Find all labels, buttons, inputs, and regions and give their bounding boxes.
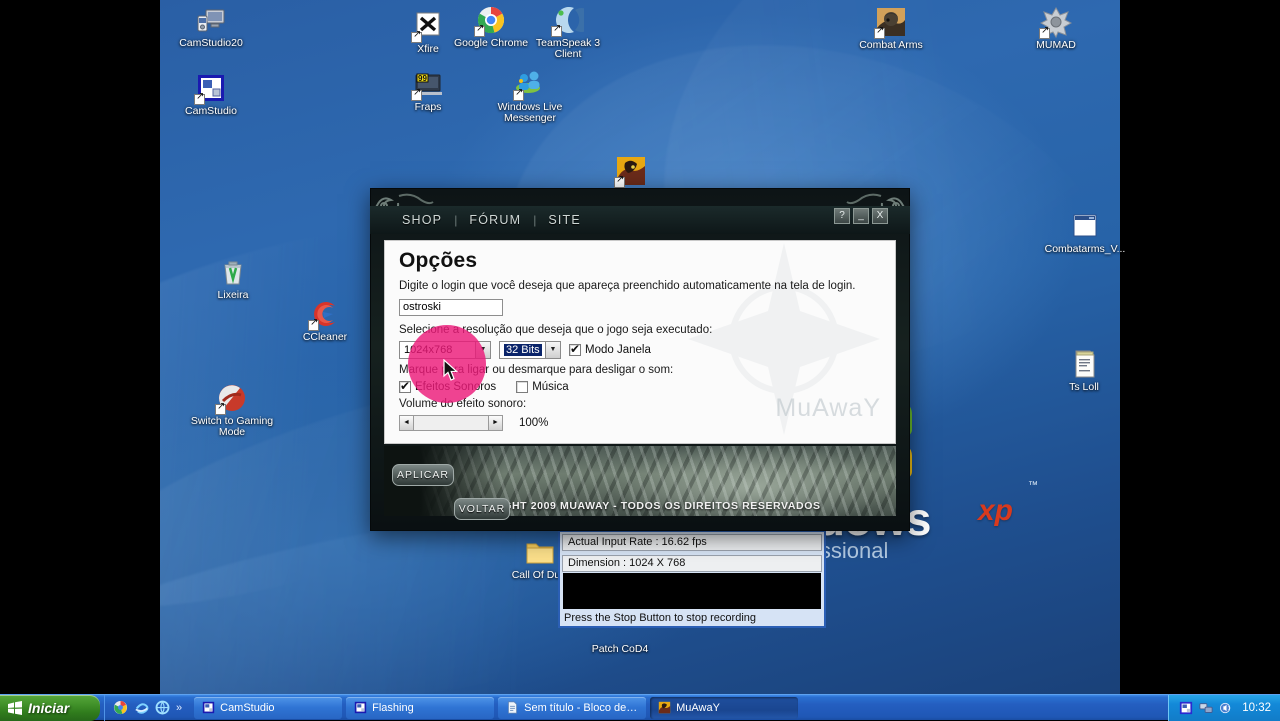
close-button[interactable]: X (872, 208, 888, 224)
chevron-down-icon[interactable]: ▼ (545, 341, 560, 358)
quick-launch-bar[interactable]: » (104, 694, 190, 721)
chrome-quicklaunch-icon[interactable] (113, 700, 128, 715)
login-description: Digite o login que você deseja que apare… (399, 280, 856, 292)
letterbox-right (1120, 0, 1280, 694)
camstudio-status-text: Press the Stop Button to stop recording (564, 612, 757, 624)
taskbar-button-label: Sem título - Bloco de ... (524, 701, 639, 714)
camstudio-taskbar-icon (202, 701, 215, 714)
letterbox-left (0, 0, 160, 694)
muaway-launcher-window[interactable]: SHOP | FÓRUM | SITE ? _ X MuAwaY Opções … (370, 188, 910, 531)
windows-flag-icon (8, 700, 22, 715)
volume-increase-button[interactable]: ► (488, 414, 503, 431)
branding-tm: ™ (1028, 480, 1038, 491)
nav-link-site[interactable]: SITE (536, 213, 593, 227)
windowed-mode-checkbox[interactable]: Modo Janela (569, 342, 651, 356)
apply-button[interactable]: APLICAR (392, 464, 454, 486)
taskbar-button-camstudio[interactable]: CamStudio (194, 696, 343, 719)
internet-explorer-quicklaunch-icon[interactable] (134, 700, 149, 715)
quicklaunch-expand-icon[interactable]: » (176, 702, 182, 714)
volume-decrease-button[interactable]: ◄ (399, 414, 414, 431)
color-depth-select[interactable]: 32 Bits ▼ (499, 340, 561, 359)
options-panel: MuAwaY Opções Digite o login que você de… (384, 240, 896, 444)
windowed-mode-label: Modo Janela (585, 343, 651, 356)
network-tray-icon[interactable] (1199, 701, 1213, 715)
nav-link-forum[interactable]: FÓRUM (457, 213, 533, 227)
muaway-taskbar-icon (658, 701, 671, 714)
flashing-taskbar-icon (354, 701, 367, 714)
camstudio-tray-icon[interactable] (1179, 701, 1193, 715)
login-input[interactable] (399, 298, 503, 316)
color-depth-value: 32 Bits (504, 343, 542, 356)
taskbar-button-notepad[interactable]: Sem título - Bloco de ... (498, 696, 647, 719)
volume-track[interactable] (414, 414, 488, 431)
system-tray[interactable]: 10:32 (1168, 694, 1280, 721)
checkbox-box[interactable] (399, 379, 411, 393)
music-label: Música (532, 380, 569, 393)
resolution-description: Selecione a resolução que deseja que o j… (399, 323, 713, 336)
taskbar[interactable]: Iniciar » CamStudio Flashing Sem título … (0, 694, 1280, 721)
volume-tray-icon[interactable] (1219, 701, 1233, 715)
camstudio-stats-window[interactable]: Actual Input Rate : 16.62 fps Dimension … (558, 530, 826, 628)
browser-quicklaunch-icon[interactable] (155, 700, 170, 715)
taskbar-button-flashing[interactable]: Flashing (346, 696, 495, 719)
resolution-select[interactable]: 1024x768 ▼ (399, 340, 491, 359)
volume-row: ◄ ► 100% (399, 414, 885, 431)
launcher-navbar[interactable]: SHOP | FÓRUM | SITE (370, 206, 910, 234)
sound-effects-checkbox[interactable]: Efeitos Sonoros (399, 379, 497, 393)
dimension-row: Dimension : 1024 X 768 (562, 555, 822, 572)
taskbar-button-label: Flashing (372, 701, 414, 714)
branding-xp: xp (978, 494, 1014, 527)
input-rate-row: Actual Input Rate : 16.62 fps (562, 534, 822, 551)
volume-slider[interactable]: ◄ ► (399, 414, 503, 431)
taskbar-button-muaway[interactable]: MuAwaY (650, 696, 799, 719)
sound-description: Marque para ligar ou desmarque para desl… (399, 363, 674, 376)
page-title: Opções (399, 249, 478, 272)
checkbox-box[interactable] (516, 380, 529, 393)
resolution-value: 1024x768 (404, 343, 453, 356)
notepad-taskbar-icon (508, 701, 518, 714)
taskbar-clock[interactable]: 10:32 (1242, 702, 1271, 714)
taskbar-button-label: CamStudio (220, 701, 275, 714)
chevron-down-icon[interactable]: ▼ (475, 341, 490, 358)
nav-link-shop[interactable]: SHOP (390, 213, 454, 227)
help-button[interactable]: ? (834, 208, 850, 224)
taskbar-button-label: MuAwaY (676, 701, 720, 714)
checkbox-box[interactable] (569, 342, 581, 356)
minimize-button[interactable]: _ (853, 208, 869, 224)
back-button[interactable]: VOLTAR (454, 498, 510, 520)
music-checkbox[interactable]: Música (516, 380, 569, 393)
volume-description: Volume do efeito sonoro: (399, 397, 527, 410)
sound-settings-row: Efeitos Sonoros Música (399, 379, 885, 393)
start-button-label: Iniciar (28, 699, 70, 716)
sound-effects-label: Efeitos Sonoros (415, 380, 497, 393)
window-controls[interactable]: ? _ X (834, 208, 888, 224)
camstudio-preview-area (563, 573, 821, 609)
start-button[interactable]: Iniciar (0, 694, 100, 721)
display-settings-row: 1024x768 ▼ 32 Bits ▼ Modo Janela (399, 340, 885, 359)
volume-value: 100% (519, 416, 549, 429)
